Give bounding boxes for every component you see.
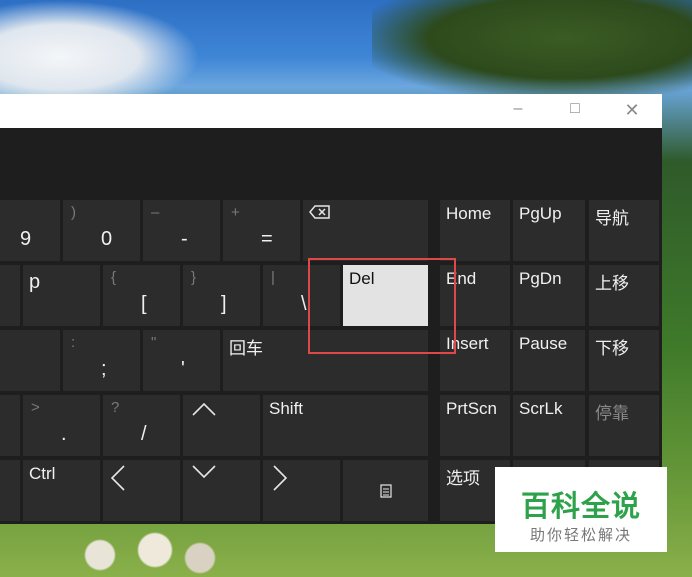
key-period-shift: > <box>31 399 40 416</box>
key-right-arrow[interactable] <box>263 460 340 521</box>
key-semicolon-shift: : <box>71 334 76 351</box>
key-9-label: 9 <box>20 228 32 250</box>
key-minus-shift: – <box>151 204 160 221</box>
maximize-button[interactable]: □ <box>560 100 590 118</box>
key-0-label: 0 <box>101 228 113 250</box>
key-equals[interactable]: + = <box>223 200 300 261</box>
key-l-partial[interactable] <box>0 330 60 391</box>
key-slash-label: / <box>141 423 147 445</box>
close-button[interactable]: ✕ <box>617 100 647 121</box>
key-move-up[interactable]: 上移 <box>589 265 659 326</box>
key-move-down[interactable]: 下移 <box>589 330 659 391</box>
backspace-icon <box>309 205 330 219</box>
key-left-bracket-shift: { <box>111 269 117 286</box>
key-0-shift: ) <box>71 204 76 221</box>
key-enter-label: 回车 <box>229 339 263 358</box>
key-pause[interactable]: Pause <box>513 330 585 391</box>
key-period-label: . <box>61 423 67 445</box>
key-page-down[interactable]: PgDn <box>513 265 585 326</box>
key-ctrl[interactable]: Ctrl <box>23 460 100 521</box>
key-right-bracket-label: ] <box>221 293 227 315</box>
key-move-down-label: 下移 <box>595 339 629 358</box>
key-shift[interactable]: Shift <box>263 395 428 456</box>
key-slash-shift: ? <box>111 399 120 416</box>
key-scroll-lock-label: ScrLk <box>519 399 563 418</box>
wallpaper-flowers <box>60 520 260 577</box>
down-arrow-icon <box>192 465 216 479</box>
key-comma-partial[interactable] <box>0 395 20 456</box>
key-print-screen[interactable]: PrtScn <box>440 395 510 456</box>
minimize-button[interactable]: – <box>503 100 533 118</box>
key-move-up-label: 上移 <box>595 274 629 293</box>
key-minus[interactable]: – - <box>143 200 220 261</box>
key-0[interactable]: ) 0 <box>63 200 140 261</box>
key-nav[interactable]: 导航 <box>589 200 659 261</box>
key-dock[interactable]: 停靠 <box>589 395 659 456</box>
key-backspace[interactable] <box>303 200 428 261</box>
key-semicolon-label: ; <box>101 358 107 380</box>
key-fn-partial[interactable] <box>0 460 20 521</box>
key-p-label: p <box>29 271 41 293</box>
watermark-title: 百科全说 <box>520 491 641 523</box>
key-up-arrow[interactable] <box>183 395 260 456</box>
key-left-bracket-label: [ <box>141 293 147 315</box>
key-equals-shift: + <box>231 204 240 221</box>
key-home-label: Home <box>446 204 492 223</box>
key-options-label: 选项 <box>446 469 480 488</box>
wallpaper-mountain <box>0 0 200 95</box>
key-left-arrow[interactable] <box>103 460 180 521</box>
context-menu-icon <box>380 484 392 498</box>
key-right-bracket[interactable]: } ] <box>183 265 260 326</box>
watermark-subtitle: 助你轻松解决 <box>529 527 632 544</box>
key-home[interactable]: Home <box>440 200 510 261</box>
key-page-up[interactable]: PgUp <box>513 200 585 261</box>
right-arrow-icon <box>273 465 288 491</box>
key-o-partial[interactable] <box>0 265 20 326</box>
title-bar: – □ ✕ <box>0 94 662 128</box>
key-context-menu[interactable] <box>343 460 428 521</box>
key-nav-label: 导航 <box>595 209 629 228</box>
key-semicolon[interactable]: : ; <box>63 330 140 391</box>
key-dock-label: 停靠 <box>595 404 629 423</box>
key-down-arrow[interactable] <box>183 460 260 521</box>
left-arrow-icon <box>110 465 125 491</box>
key-shift-label: Shift <box>269 399 304 418</box>
key-pause-label: Pause <box>519 334 568 353</box>
key-slash[interactable]: ? / <box>103 395 180 456</box>
key-page-up-label: PgUp <box>519 204 562 223</box>
key-9[interactable]: 9 <box>0 200 60 261</box>
key-minus-label: - <box>181 228 188 250</box>
key-backslash-shift: | <box>271 269 275 286</box>
key-ctrl-label: Ctrl <box>29 464 56 483</box>
key-p[interactable]: p <box>23 265 100 326</box>
watermark-badge: 百科全说 助你轻松解决 <box>495 467 667 552</box>
key-right-bracket-shift: } <box>191 269 197 286</box>
key-left-bracket[interactable]: { [ <box>103 265 180 326</box>
key-period[interactable]: > . <box>23 395 100 456</box>
del-key-highlight-box <box>308 258 456 354</box>
wallpaper-trees <box>372 0 692 95</box>
key-quote-shift: " <box>151 334 157 351</box>
key-page-down-label: PgDn <box>519 269 562 288</box>
key-backslash-label: \ <box>301 293 307 315</box>
key-quote-label: ' <box>181 358 185 380</box>
key-quote[interactable]: " ' <box>143 330 220 391</box>
up-arrow-icon <box>192 402 216 416</box>
key-equals-label: = <box>261 228 273 250</box>
key-print-screen-label: PrtScn <box>446 399 498 418</box>
key-scroll-lock[interactable]: ScrLk <box>513 395 585 456</box>
